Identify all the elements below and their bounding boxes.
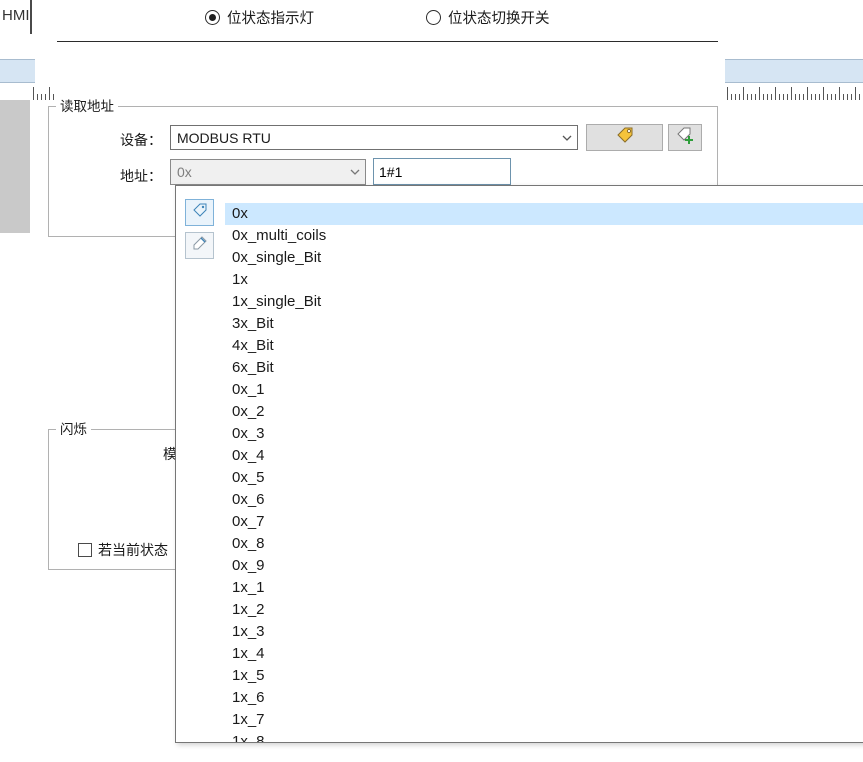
radio-bit-lamp[interactable]: 位状态指示灯 bbox=[205, 8, 314, 26]
address-type-option[interactable]: 0x_6 bbox=[225, 489, 863, 511]
address-type-option[interactable]: 0x_4 bbox=[225, 445, 863, 467]
address-type-option[interactable]: 1x_6 bbox=[225, 687, 863, 709]
address-type-option[interactable]: 0x_single_Bit bbox=[225, 247, 863, 269]
address-type-option[interactable]: 0x_2 bbox=[225, 401, 863, 423]
address-type-option[interactable]: 1x_2 bbox=[225, 599, 863, 621]
hmi-window-tab[interactable]: HMI bbox=[0, 0, 32, 34]
radio-circle-icon bbox=[205, 10, 220, 25]
blink-condition-row[interactable]: 若当前状态 bbox=[78, 540, 168, 560]
tag-plus-icon bbox=[675, 125, 695, 150]
add-tag-button[interactable] bbox=[668, 124, 702, 151]
ruler-left bbox=[33, 87, 55, 100]
device-select[interactable]: MODBUS RTU bbox=[170, 125, 578, 150]
background-workspace-panel bbox=[0, 100, 30, 233]
device-select-value: MODBUS RTU bbox=[171, 130, 557, 146]
radio-bit-toggle-label: 位状态切换开关 bbox=[448, 7, 550, 28]
address-label: 地址： bbox=[98, 166, 162, 186]
address-value-input[interactable] bbox=[373, 158, 511, 185]
tag-edit-icon bbox=[192, 235, 208, 256]
tag-icon bbox=[615, 125, 635, 150]
section-divider bbox=[57, 41, 718, 42]
address-type-list: 0x0x_multi_coils0x_single_Bit1x1x_single… bbox=[225, 203, 863, 742]
address-type-option[interactable]: 1x_single_Bit bbox=[225, 291, 863, 313]
address-type-option[interactable]: 0x_8 bbox=[225, 533, 863, 555]
blink-group-title: 闪烁 bbox=[56, 421, 91, 438]
address-type-option[interactable]: 0x bbox=[225, 203, 863, 225]
address-type-option[interactable]: 1x bbox=[225, 269, 863, 291]
address-type-option[interactable]: 0x_3 bbox=[225, 423, 863, 445]
toolbar-strip-left bbox=[0, 59, 35, 83]
address-type-option[interactable]: 0x_7 bbox=[225, 511, 863, 533]
address-type-option[interactable]: 1x_7 bbox=[225, 709, 863, 731]
address-type-option[interactable]: 0x_5 bbox=[225, 467, 863, 489]
ruler-right bbox=[727, 87, 863, 100]
toolbar-strip-right bbox=[725, 59, 863, 83]
address-type-option[interactable]: 1x_1 bbox=[225, 577, 863, 599]
popup-edit-tag-button[interactable] bbox=[185, 232, 214, 259]
chevron-down-icon[interactable] bbox=[345, 160, 365, 184]
address-type-option[interactable]: 1x_3 bbox=[225, 621, 863, 643]
address-type-select[interactable]: 0x bbox=[170, 159, 366, 185]
chevron-down-icon[interactable] bbox=[557, 126, 577, 149]
address-type-option[interactable]: 0x_multi_coils bbox=[225, 225, 863, 247]
address-type-option[interactable]: 1x_4 bbox=[225, 643, 863, 665]
address-type-option[interactable]: 1x_5 bbox=[225, 665, 863, 687]
address-type-value: 0x bbox=[171, 164, 345, 180]
address-type-option[interactable]: 0x_9 bbox=[225, 555, 863, 577]
address-type-option[interactable]: 3x_Bit bbox=[225, 313, 863, 335]
popup-tag-button[interactable] bbox=[185, 199, 214, 226]
checkbox-icon[interactable] bbox=[78, 543, 92, 557]
radio-circle-icon bbox=[426, 10, 441, 25]
tag-library-button[interactable] bbox=[586, 124, 663, 151]
address-type-option[interactable]: 4x_Bit bbox=[225, 335, 863, 357]
address-type-dropdown-popup: 0x0x_multi_coils0x_single_Bit1x1x_single… bbox=[175, 185, 863, 743]
radio-bit-lamp-label: 位状态指示灯 bbox=[227, 7, 314, 28]
device-label: 设备： bbox=[98, 130, 162, 150]
blink-condition-label: 若当前状态 bbox=[98, 540, 168, 560]
radio-bit-toggle-switch[interactable]: 位状态切换开关 bbox=[426, 8, 550, 26]
read-address-group-title: 读取地址 bbox=[56, 98, 118, 115]
tag-icon bbox=[192, 202, 208, 223]
address-type-option[interactable]: 6x_Bit bbox=[225, 357, 863, 379]
address-type-option[interactable]: 0x_1 bbox=[225, 379, 863, 401]
address-type-option[interactable]: 1x_8 bbox=[225, 731, 863, 742]
